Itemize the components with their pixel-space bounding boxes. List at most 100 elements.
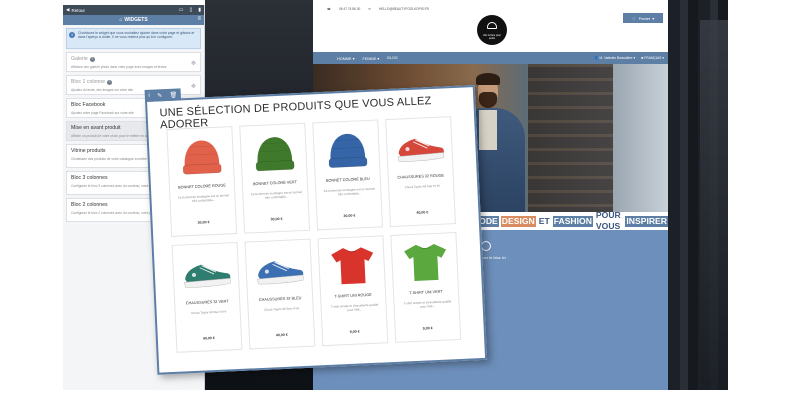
home-icon: ⌂ xyxy=(119,17,123,23)
site-logo[interactable]: chic & fière pour petits xyxy=(477,15,507,45)
product-desc: T-shirt simple et d'excellente qualité p… xyxy=(403,299,452,309)
drop-target-icon xyxy=(481,241,491,251)
shop-window xyxy=(528,64,613,212)
widget-galerie[interactable]: Galerie? Affichez une galerie photo dans… xyxy=(66,52,201,72)
trash-icon[interactable]: 🗑 xyxy=(169,91,177,98)
widget-title: Bloc Facebook xyxy=(71,102,106,108)
site-topbar: ☎ 06 47 74 86 00 ✉ HELLO@BEAUTYFOOLKOPIS… xyxy=(313,5,668,13)
product-name[interactable]: CHAUSSURES 32 ROUGE xyxy=(389,173,453,180)
product-card[interactable]: BONNET COLORÉ VERT Ce bonnet de montagne … xyxy=(239,122,311,234)
slogan-word: ET xyxy=(538,215,550,226)
account-menu[interactable]: 👤 M. Valentin Beaudière ▾ xyxy=(594,56,635,60)
product-desc: Chuck Taylor All Star Hi Hi xyxy=(191,309,227,316)
cart-label: Panier xyxy=(638,15,651,21)
panel-header: ⌂ WIDGETS ≡ xyxy=(63,15,204,25)
widget-bloc-1-colonne[interactable]: Bloc 1 colonne? Ajoutez du texte, des im… xyxy=(66,75,201,95)
mobile-icon[interactable]: ▮ xyxy=(198,7,201,13)
product-price: 30,00 € xyxy=(197,220,210,225)
panel-topbar: ◀ Retour ▭ ▯ ▮ xyxy=(63,5,204,15)
product-name[interactable]: CHAUSSURES 32 VERT xyxy=(175,299,239,306)
widget-title: Bloc 3 colonnes xyxy=(71,175,108,181)
info-text: Choisissez le widget que vous souhaitez … xyxy=(78,31,195,40)
widget-title: Mise en avant produit xyxy=(71,125,121,131)
drag-handle-icon[interactable]: ✥ xyxy=(191,83,196,90)
product-card[interactable]: BONNET COLORÉ ROUGE Ce bonnet de montagne… xyxy=(166,126,238,237)
cart-button[interactable]: 🛒 Panier ▾ xyxy=(623,13,663,23)
panel-title: WIDGETS xyxy=(124,17,148,23)
slogan-word: POUR VOUS xyxy=(595,210,621,231)
product-price: 9,00 € xyxy=(349,329,360,334)
slogan-word: DESIGN xyxy=(500,215,536,227)
slogan-word: FASHION xyxy=(552,215,593,227)
model-shirt xyxy=(479,110,497,150)
model-beard xyxy=(479,92,497,108)
info-icon[interactable]: i xyxy=(148,93,150,99)
product-card[interactable]: CHAUSSURES 32 VERT Chuck Taylor All Star … xyxy=(171,241,243,353)
product-price: 40,00 € xyxy=(416,210,429,215)
user-icon: 👤 xyxy=(594,56,599,60)
product-name[interactable]: T-SHIRT UNI ROUGE xyxy=(321,292,385,299)
device-switcher: ▭ ▯ ▮ xyxy=(179,7,201,13)
product-desc: Ce bonnet de montagne est un bonnet très… xyxy=(323,186,375,197)
chevron-left-icon: ◀ xyxy=(66,7,70,12)
product-desc: Ce bonnet de montagne est un bonnet très… xyxy=(250,189,303,200)
edit-icon[interactable]: ✎ xyxy=(157,92,162,99)
product-name[interactable]: BONNET COLORÉ VERT xyxy=(243,180,307,187)
tshirt-image xyxy=(331,247,374,285)
menu-icon[interactable]: ≡ xyxy=(197,16,201,22)
product-price: 9,00 € xyxy=(422,326,433,331)
chevron-down-icon: ▾ xyxy=(652,15,655,21)
back-label: Retour xyxy=(71,7,85,13)
cart-icon: 🛒 xyxy=(631,15,637,21)
site-email[interactable]: HELLO@BEAUTYFOOLKOPIS.FR xyxy=(379,7,429,11)
product-card[interactable]: BONNET COLORÉ BLEU Ce bonnet de montagne … xyxy=(312,119,384,231)
site-nav: HOMME ▾ FEMME ▾ BLOG 👤 M. Valentin Beaud… xyxy=(313,52,668,64)
nav-item-blog[interactable]: BLOG xyxy=(387,56,398,61)
info-icon: i xyxy=(69,32,75,38)
product-card[interactable]: T-SHIRT UNI VERT T-shirt simple et d'exce… xyxy=(390,232,462,343)
product-grid: BONNET COLORÉ ROUGE Ce bonnet de montagne… xyxy=(166,116,462,353)
product-card[interactable]: CHAUSSURES 32 ROUGE Chuck Taylor All Star… xyxy=(385,116,456,228)
sneaker-image xyxy=(184,264,231,288)
back-button[interactable]: ◀ Retour xyxy=(66,7,85,13)
product-desc: Chuck Taylor All Star Hi Hi xyxy=(264,306,300,312)
product-price: 40,00 € xyxy=(275,332,288,338)
hero-slogan: MODE DESIGN ET FASHION POUR VOUS INSPIRE… xyxy=(471,210,668,232)
slogan-word: INSPIRER xyxy=(625,215,668,227)
product-name[interactable]: T-SHIRT UNI VERT xyxy=(394,289,458,296)
screenshot-stage: ◀ Retour ▭ ▯ ▮ ⌂ WIDGETS ≡ i Choisissez … xyxy=(0,0,795,400)
language-menu[interactable]: ■ FRANÇAIS ▾ xyxy=(641,56,664,60)
widget-toolbar: i ✎ 🗑 xyxy=(144,88,182,102)
site-phone[interactable]: 06 47 74 86 00 xyxy=(339,7,360,11)
desktop-icon[interactable]: ▭ xyxy=(179,7,184,13)
widget-title: Bloc 2 colonnes xyxy=(71,202,108,208)
phone-icon: ☎ xyxy=(327,7,331,11)
nav-item-femme[interactable]: FEMME ▾ xyxy=(363,56,380,61)
product-desc: T-shirt simple et d'excellente qualité p… xyxy=(330,302,379,313)
product-name[interactable]: CHAUSSURES 32 BLEU xyxy=(248,296,312,303)
help-icon[interactable]: ? xyxy=(89,56,95,62)
widget-title: Galerie xyxy=(71,56,88,62)
nav-item-homme[interactable]: HOMME ▾ xyxy=(337,56,355,61)
widget-title: Vitrine produits xyxy=(71,148,106,154)
product-card[interactable]: CHAUSSURES 32 BLEU Chuck Taylor All Star … xyxy=(244,238,316,350)
product-name[interactable]: BONNET COLORÉ BLEU xyxy=(316,176,380,183)
info-box: i Choisissez le widget que vous souhaite… xyxy=(66,28,201,49)
logo-text: chic & fière pour petits xyxy=(482,34,502,40)
product-desc: Ce bonnet de montagne est un bonnet très… xyxy=(177,193,230,203)
tablet-icon[interactable]: ▯ xyxy=(189,7,192,13)
flag-icon: ■ xyxy=(641,56,644,60)
building xyxy=(613,64,668,212)
help-icon[interactable]: ? xyxy=(107,79,113,85)
hat-icon xyxy=(487,22,497,29)
product-name[interactable]: BONNET COLORÉ ROUGE xyxy=(170,183,234,190)
widget-title: Bloc 1 colonne xyxy=(71,79,106,85)
tshirt-image xyxy=(404,244,447,281)
product-price: 40,00 € xyxy=(202,336,215,341)
editor-background-shadow xyxy=(700,20,728,390)
drag-handle-icon[interactable]: ✥ xyxy=(191,60,196,67)
product-card[interactable]: T-SHIRT UNI ROUGE T-shirt simple et d'exc… xyxy=(317,235,389,347)
beanie-image xyxy=(255,137,295,172)
product-showcase-widget[interactable]: i ✎ 🗑 UNE SÉLECTION DE PRODUITS QUE VOUS… xyxy=(144,85,488,375)
mail-icon: ✉ xyxy=(368,7,371,11)
